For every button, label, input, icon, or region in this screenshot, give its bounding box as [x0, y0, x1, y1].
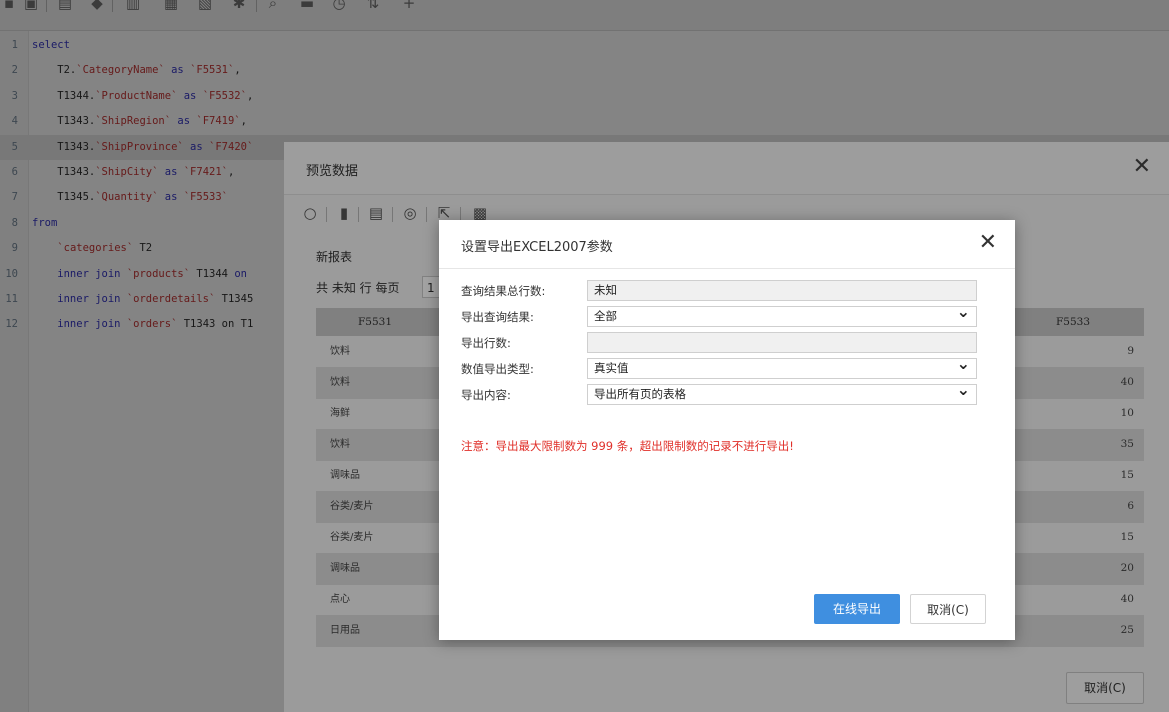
value-type-label: 数值导出类型:: [461, 362, 534, 376]
total-rows-field: 未知: [587, 280, 977, 301]
export-excel-dialog: 设置导出EXCEL2007参数 ✕ 查询结果总行数: 未知 导出查询结果: 全部…: [439, 220, 1015, 640]
export-content-select[interactable]: 导出所有页的表格: [587, 380, 977, 405]
export-limit-note: 注意：导出最大限制数为 999 条，超出限制数的记录不进行导出!: [461, 439, 794, 453]
cancel-button[interactable]: 取消(C): [910, 594, 986, 624]
export-rows-input[interactable]: [587, 332, 977, 353]
export-result-label: 导出查询结果:: [461, 310, 534, 324]
value-type-select[interactable]: 真实值: [587, 354, 977, 379]
export-result-value: 全部: [594, 309, 617, 323]
value-type-value: 真实值: [594, 361, 629, 375]
export-dialog-header: 设置导出EXCEL2007参数 ✕: [439, 220, 1015, 269]
total-rows-label: 查询结果总行数:: [461, 284, 546, 298]
export-content-value: 导出所有页的表格: [594, 387, 686, 401]
export-result-select[interactable]: 全部: [587, 302, 977, 327]
online-export-button[interactable]: 在线导出: [814, 594, 900, 624]
export-content-label: 导出内容:: [461, 388, 511, 402]
close-icon[interactable]: ✕: [979, 230, 997, 255]
export-dialog-title: 设置导出EXCEL2007参数: [461, 240, 613, 255]
export-rows-label: 导出行数:: [461, 336, 511, 350]
